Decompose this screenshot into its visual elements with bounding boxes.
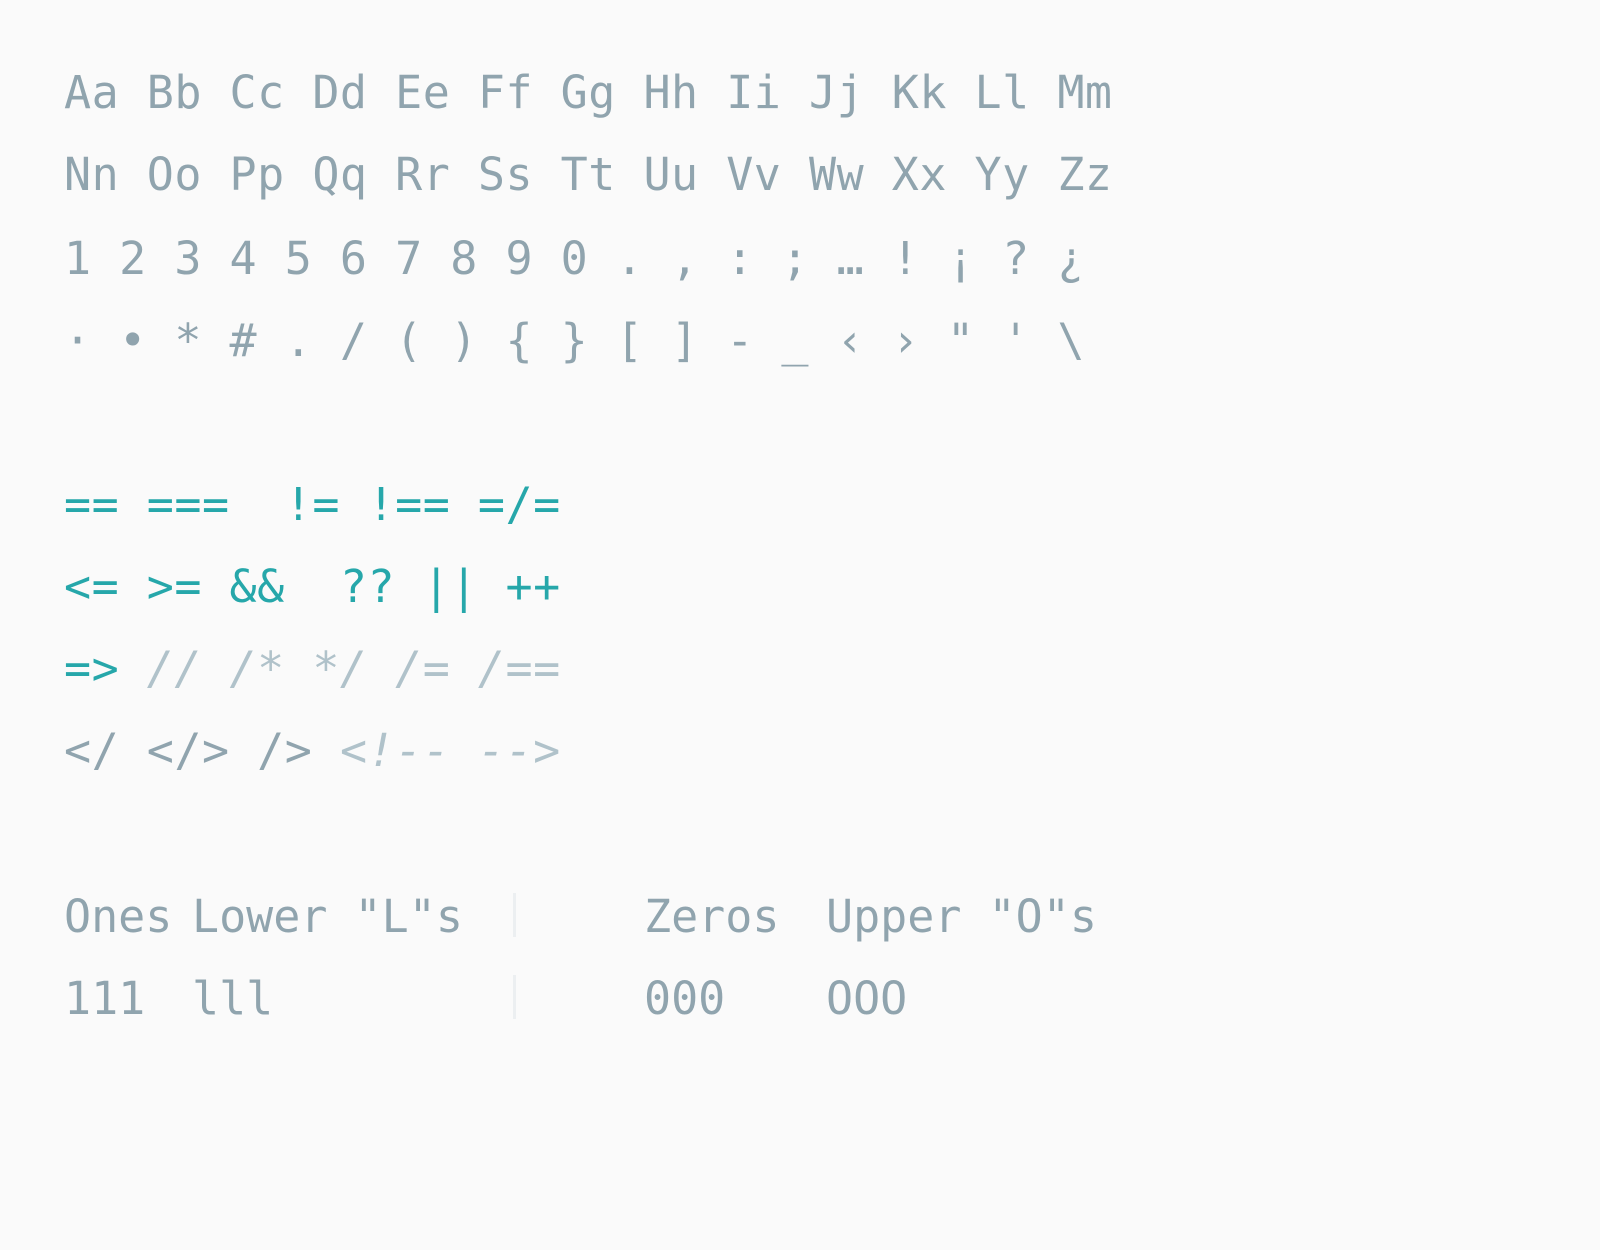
font-specimen: Aa Bb Cc Dd Ee Ff Gg Hh Ii Jj Kk Ll Mm N… <box>0 0 1600 1200</box>
ones-value: 111 <box>64 972 146 1025</box>
column-divider-top <box>513 893 516 937</box>
ligature-row-comparison: <= >= && ?? || ++ <box>64 560 561 613</box>
comment-ligatures: // /* */ /= /== <box>146 642 561 695</box>
lower-l-value: lll <box>192 972 274 1025</box>
digits-punctuation-row: 1 2 3 4 5 6 7 8 9 0 . , : ; … ! ¡ ? ¿ <box>64 232 1085 285</box>
html-comment-ligature: <!-- --> <box>339 724 561 777</box>
zeros-header: Zeros <box>644 890 780 943</box>
arrow-ligature: => <box>64 642 147 695</box>
ligature-row-equality: == === != !== =/= <box>64 478 561 531</box>
comparison-header-row: Ones Lower "L"s Zeros Upper "O"s <box>64 894 1164 944</box>
symbols-row: · • * # . / ( ) { } [ ] - _ ‹ › " ' \ <box>64 314 1085 367</box>
ones-header: Ones <box>64 890 173 943</box>
alphabet-row-1: Aa Bb Cc Dd Ee Ff Gg Hh Ii Jj Kk Ll Mm <box>64 66 1113 119</box>
comparison-value-row: 111 lll 000 OOO <box>64 976 1164 1026</box>
ligature-row-comments: => // /* */ /= /== <box>64 646 561 691</box>
ligature-row-tags: </ </> /> <!-- --> <box>64 728 561 773</box>
zeros-value: 000 <box>644 972 726 1025</box>
upper-o-header: Upper "O"s <box>826 890 1097 943</box>
alphabet-row-2: Nn Oo Pp Qq Rr Ss Tt Uu Vv Ww Xx Yy Zz <box>64 148 1113 201</box>
tag-ligatures: </ </> /> <box>64 724 340 777</box>
column-divider-bottom <box>513 975 516 1019</box>
lower-l-header: Lower "L"s <box>192 890 463 943</box>
upper-o-value: OOO <box>826 972 908 1025</box>
